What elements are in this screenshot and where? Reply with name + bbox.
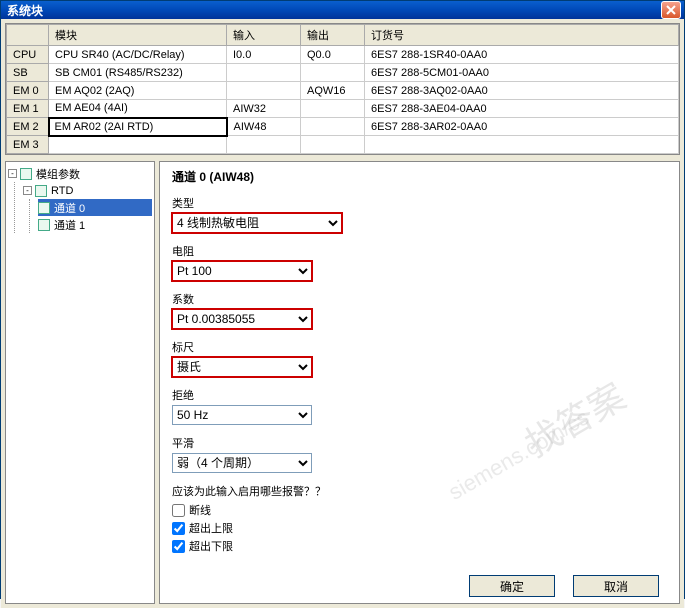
type-select[interactable]: 4 线制热敏电阻 — [172, 213, 342, 233]
group-icon — [35, 185, 47, 197]
close-icon — [666, 5, 676, 15]
cell-order — [365, 136, 679, 154]
table-row[interactable]: EM 1EM AE04 (4AI)AIW32 6ES7 288-3AE04-0AA… — [7, 100, 679, 118]
cell-out — [301, 118, 365, 136]
tree-channel-1[interactable]: 通道 1 — [38, 216, 152, 233]
chk-under-label: 超出下限 — [189, 538, 233, 554]
res-label: 电阻 — [172, 243, 667, 259]
cell-slot: EM 3 — [7, 136, 49, 154]
cell-order: 6ES7 288-1SR40-0AA0 — [365, 46, 679, 64]
cell-out — [301, 64, 365, 82]
cell-slot: EM 2 — [7, 118, 49, 136]
scale-label: 标尺 — [172, 339, 667, 355]
cell-in: I0.0 — [227, 46, 301, 64]
titlebar: 系统块 — [1, 1, 684, 19]
coef-label: 系数 — [172, 291, 667, 307]
tree-root[interactable]: - 模组参数 — [8, 165, 152, 182]
cell-module: CPU SR40 (AC/DC/Relay) — [49, 46, 227, 64]
chk-break-label: 断线 — [189, 502, 211, 518]
tree-ch0-label: 通道 0 — [54, 200, 85, 216]
col-input[interactable]: 输入 — [227, 25, 301, 46]
cell-slot: EM 0 — [7, 82, 49, 100]
cell-slot: EM 1 — [7, 100, 49, 118]
detail-title: 通道 0 (AIW48) — [172, 168, 667, 185]
col-output[interactable]: 输出 — [301, 25, 365, 46]
chk-break[interactable] — [172, 504, 185, 517]
cell-module: EM AQ02 (2AQ) — [49, 82, 227, 100]
cell-module: EM AE04 (4AI) — [49, 100, 227, 118]
table-header-row: 模块 输入 输出 订货号 — [7, 25, 679, 46]
col-slot — [7, 25, 49, 46]
cell-slot: SB — [7, 64, 49, 82]
tree-ch1-label: 通道 1 — [54, 217, 85, 233]
cell-slot: CPU — [7, 46, 49, 64]
cell-in: AIW32 — [227, 100, 301, 118]
tree-node-rtd[interactable]: - RTD — [23, 182, 152, 199]
tree-root-label: 模组参数 — [36, 166, 80, 182]
smooth-select[interactable]: 弱（4 个周期） — [172, 453, 312, 473]
cell-out — [301, 136, 365, 154]
cell-order: 6ES7 288-3AE04-0AA0 — [365, 100, 679, 118]
folder-icon — [20, 168, 32, 180]
tree-rtd-label: RTD — [51, 185, 73, 197]
cell-out: Q0.0 — [301, 46, 365, 64]
cell-module — [49, 136, 227, 154]
cell-module: EM AR02 (2AI RTD) — [49, 118, 227, 136]
cell-out — [301, 100, 365, 118]
cell-in: AIW48 — [227, 118, 301, 136]
cell-module: SB CM01 (RS485/RS232) — [49, 64, 227, 82]
cell-in — [227, 64, 301, 82]
smooth-label: 平滑 — [172, 435, 667, 451]
module-table: 模块 输入 输出 订货号 CPUCPU SR40 (AC/DC/Relay)I0… — [5, 23, 680, 155]
channel-icon — [38, 202, 50, 214]
alarm-question: 应该为此输入启用哪些报警？？ — [172, 483, 667, 499]
cell-in — [227, 82, 301, 100]
coef-select[interactable]: Pt 0.00385055 — [172, 309, 312, 329]
chk-over[interactable] — [172, 522, 185, 535]
res-select[interactable]: Pt 100 — [172, 261, 312, 281]
collapse-icon[interactable]: - — [8, 169, 17, 178]
ok-button[interactable]: 确定 — [469, 575, 555, 597]
cell-order: 6ES7 288-5CM01-0AA0 — [365, 64, 679, 82]
channel-icon — [38, 219, 50, 231]
chk-over-label: 超出上限 — [189, 520, 233, 536]
table-row[interactable]: EM 2EM AR02 (2AI RTD)AIW48 6ES7 288-3AR02… — [7, 118, 679, 136]
table-row[interactable]: SBSB CM01 (RS485/RS232) 6ES7 288-5CM01-0A… — [7, 64, 679, 82]
table-row[interactable]: EM 3 — [7, 136, 679, 154]
table-row[interactable]: CPUCPU SR40 (AC/DC/Relay)I0.0Q0.06ES7 28… — [7, 46, 679, 64]
cancel-button[interactable]: 取消 — [573, 575, 659, 597]
window-title: 系统块 — [7, 2, 661, 19]
cell-in — [227, 136, 301, 154]
tree-channel-0[interactable]: 通道 0 — [38, 199, 152, 216]
rej-select[interactable]: 50 Hz — [172, 405, 312, 425]
collapse-icon[interactable]: - — [23, 186, 32, 195]
rej-label: 拒绝 — [172, 387, 667, 403]
type-label: 类型 — [172, 195, 667, 211]
col-module[interactable]: 模块 — [49, 25, 227, 46]
col-order[interactable]: 订货号 — [365, 25, 679, 46]
tree-pane: - 模组参数 - RTD 通道 0 — [5, 161, 155, 604]
detail-pane: 找答案 siemens.com/cs 通道 0 (AIW48) 类型 4 线制热… — [159, 161, 680, 604]
scale-select[interactable]: 摄氏 — [172, 357, 312, 377]
cell-order: 6ES7 288-3AR02-0AA0 — [365, 118, 679, 136]
chk-under[interactable] — [172, 540, 185, 553]
table-row[interactable]: EM 0EM AQ02 (2AQ) AQW166ES7 288-3AQ02-0AA… — [7, 82, 679, 100]
cell-out: AQW16 — [301, 82, 365, 100]
cell-order: 6ES7 288-3AQ02-0AA0 — [365, 82, 679, 100]
close-button[interactable] — [661, 1, 681, 19]
